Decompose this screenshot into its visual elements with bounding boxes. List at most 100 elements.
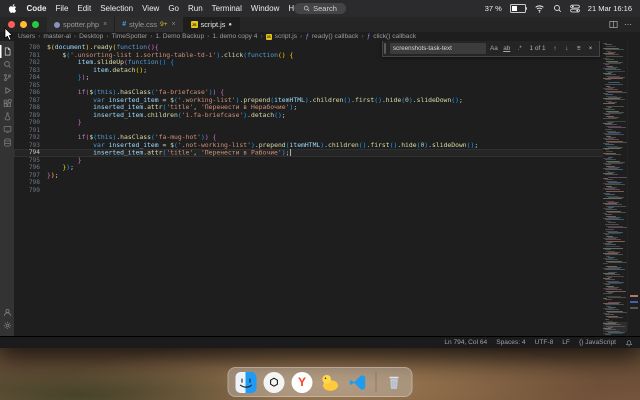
menu-bar: CodeFileEditSelectionViewGoRunTerminalWi… bbox=[0, 0, 640, 17]
menu-item-view[interactable]: View bbox=[138, 4, 164, 13]
indentation[interactable]: Spaces: 4 bbox=[496, 339, 525, 346]
database-icon[interactable] bbox=[0, 136, 14, 149]
code-line-797[interactable]: 797}); bbox=[14, 172, 640, 180]
more-actions-icon[interactable]: ⋯ bbox=[624, 20, 632, 29]
spotlight-icon[interactable] bbox=[553, 4, 562, 13]
minimap[interactable] bbox=[603, 41, 628, 336]
run-and-debug-icon[interactable] bbox=[0, 84, 14, 97]
dock-finder-icon[interactable] bbox=[236, 372, 257, 393]
split-editor-icon[interactable] bbox=[609, 20, 618, 29]
apple-menu[interactable] bbox=[8, 3, 18, 14]
tab-style.css[interactable]: #style.css9+× bbox=[115, 17, 183, 32]
wifi-icon[interactable] bbox=[534, 4, 545, 13]
line-number: 795 bbox=[14, 157, 47, 165]
account-icon[interactable] bbox=[0, 306, 14, 319]
code-line-789[interactable]: 789 inserted_item.children('i.fa-briefca… bbox=[14, 112, 640, 120]
menu-item-terminal[interactable]: Terminal bbox=[207, 4, 246, 13]
activity-bar bbox=[0, 41, 14, 336]
extensions-icon[interactable] bbox=[0, 97, 14, 110]
source-control-icon[interactable] bbox=[0, 71, 14, 84]
php-file-icon bbox=[54, 22, 60, 28]
breadcrumb-item[interactable]: ready() callback bbox=[312, 33, 359, 40]
line-number: 799 bbox=[14, 187, 47, 195]
menu-item-window[interactable]: Window bbox=[246, 4, 283, 13]
remote-icon[interactable] bbox=[0, 123, 14, 136]
find-in-selection-button[interactable]: ≡ bbox=[574, 45, 583, 52]
code-line-784[interactable]: 784 }); bbox=[14, 74, 640, 82]
language-mode[interactable]: {} JavaScript bbox=[579, 339, 616, 346]
control-center-icon[interactable] bbox=[570, 4, 580, 13]
dock-chatgpt-icon[interactable] bbox=[264, 372, 285, 393]
line-number: 788 bbox=[14, 104, 47, 112]
breadcrumb-item[interactable]: 1. Demo Backup bbox=[155, 33, 204, 40]
dock-yandex-browser-icon[interactable]: Y bbox=[292, 372, 313, 393]
line-text: }); bbox=[47, 74, 89, 82]
breadcrumb-item[interactable]: click() callback bbox=[373, 33, 416, 40]
find-grip[interactable] bbox=[384, 43, 386, 54]
breadcrumb-item[interactable]: script.js bbox=[275, 33, 297, 40]
screen: { "menu_bar": { "items": ["Code","File",… bbox=[0, 0, 640, 400]
prev-match-button[interactable]: ↑ bbox=[551, 45, 560, 52]
code-area[interactable]: 780$(document).ready(function(){781 $('.… bbox=[14, 41, 640, 194]
code-line-783[interactable]: 783 item.detach(); bbox=[14, 67, 640, 75]
editor[interactable]: 780$(document).ready(function(){781 $('.… bbox=[14, 41, 640, 336]
settings-icon[interactable] bbox=[0, 319, 14, 332]
breadcrumb-item[interactable]: 1. demo copy 4 bbox=[212, 33, 257, 40]
line-text: inserted_item.children('i.fa-briefcase')… bbox=[47, 112, 286, 120]
testing-icon[interactable] bbox=[0, 110, 14, 123]
close-find-button[interactable]: × bbox=[586, 45, 595, 52]
find-query: screenshots-task-text bbox=[393, 45, 452, 52]
cursor-position[interactable]: Ln 794, Col 64 bbox=[444, 339, 487, 346]
code-line-798[interactable]: 798 bbox=[14, 179, 640, 187]
overview-ruler[interactable] bbox=[627, 41, 640, 336]
minimize-window-button[interactable] bbox=[20, 21, 27, 28]
breadcrumb-item[interactable]: TimeSpotter bbox=[112, 33, 148, 40]
close-tab-icon[interactable]: × bbox=[103, 21, 107, 28]
menu-item-go[interactable]: Go bbox=[164, 4, 184, 13]
breadcrumb-item[interactable]: Desktop bbox=[79, 33, 103, 40]
code-line-790[interactable]: 790 } bbox=[14, 119, 640, 127]
line-number: 785 bbox=[14, 82, 47, 90]
code-line-795[interactable]: 795 } bbox=[14, 157, 640, 165]
menu-item-code[interactable]: Code bbox=[22, 4, 51, 13]
dock-trash-icon[interactable] bbox=[384, 372, 405, 393]
regex-toggle[interactable]: .* bbox=[515, 45, 525, 52]
breadcrumb-separator-icon: › bbox=[260, 33, 262, 40]
editor-tabs: spotter.php×#style.css9+×JSscript.js● bbox=[47, 17, 240, 32]
tab-script.js[interactable]: JSscript.js● bbox=[184, 17, 240, 32]
dock-duck-icon[interactable] bbox=[320, 372, 341, 393]
eol-sequence[interactable]: LF bbox=[562, 339, 570, 346]
menu-item-edit[interactable]: Edit bbox=[73, 4, 96, 13]
menu-item-selection[interactable]: Selection bbox=[96, 4, 138, 13]
search-icon[interactable] bbox=[0, 58, 14, 71]
breadcrumb-item[interactable]: Users bbox=[18, 33, 35, 40]
line-number: 798 bbox=[14, 179, 47, 187]
menu-item-file[interactable]: File bbox=[51, 4, 73, 13]
minimap-slider[interactable] bbox=[603, 322, 628, 332]
code-line-799[interactable]: 799 bbox=[14, 187, 640, 195]
find-input[interactable]: screenshots-task-text bbox=[390, 43, 486, 54]
menu-item-run[interactable]: Run bbox=[183, 4, 207, 13]
encoding[interactable]: UTF-8 bbox=[535, 339, 554, 346]
battery-icon[interactable] bbox=[510, 4, 526, 13]
tab-spotter.php[interactable]: spotter.php× bbox=[47, 17, 115, 32]
whole-word-toggle[interactable]: ab bbox=[502, 45, 512, 52]
breadcrumb-item[interactable]: master-al bbox=[43, 33, 70, 40]
menubar-search-pill[interactable]: Search bbox=[294, 3, 346, 14]
code-line-796[interactable]: 796 }); bbox=[14, 164, 640, 172]
next-match-button[interactable]: ↓ bbox=[562, 45, 571, 52]
dock: Y bbox=[228, 367, 413, 397]
match-count: 1 of 1 bbox=[530, 45, 546, 52]
close-tab-icon[interactable]: × bbox=[172, 21, 176, 28]
dirty-indicator-icon[interactable]: ● bbox=[228, 22, 232, 28]
match-case-toggle[interactable]: Aa bbox=[489, 45, 499, 52]
explorer-icon[interactable] bbox=[0, 45, 14, 58]
dock-vscode-icon[interactable] bbox=[348, 372, 369, 393]
battery-percent: 37 % bbox=[485, 4, 502, 13]
code-line-794[interactable]: 794 inserted_item.attr('title', 'Перенес… bbox=[14, 149, 640, 157]
notifications-bell-icon[interactable] bbox=[625, 339, 633, 347]
zoom-window-button[interactable] bbox=[32, 21, 39, 28]
line-number: 791 bbox=[14, 127, 47, 135]
menubar-clock[interactable]: 21 Mar 16:16 bbox=[588, 4, 632, 13]
line-number: 792 bbox=[14, 134, 47, 142]
